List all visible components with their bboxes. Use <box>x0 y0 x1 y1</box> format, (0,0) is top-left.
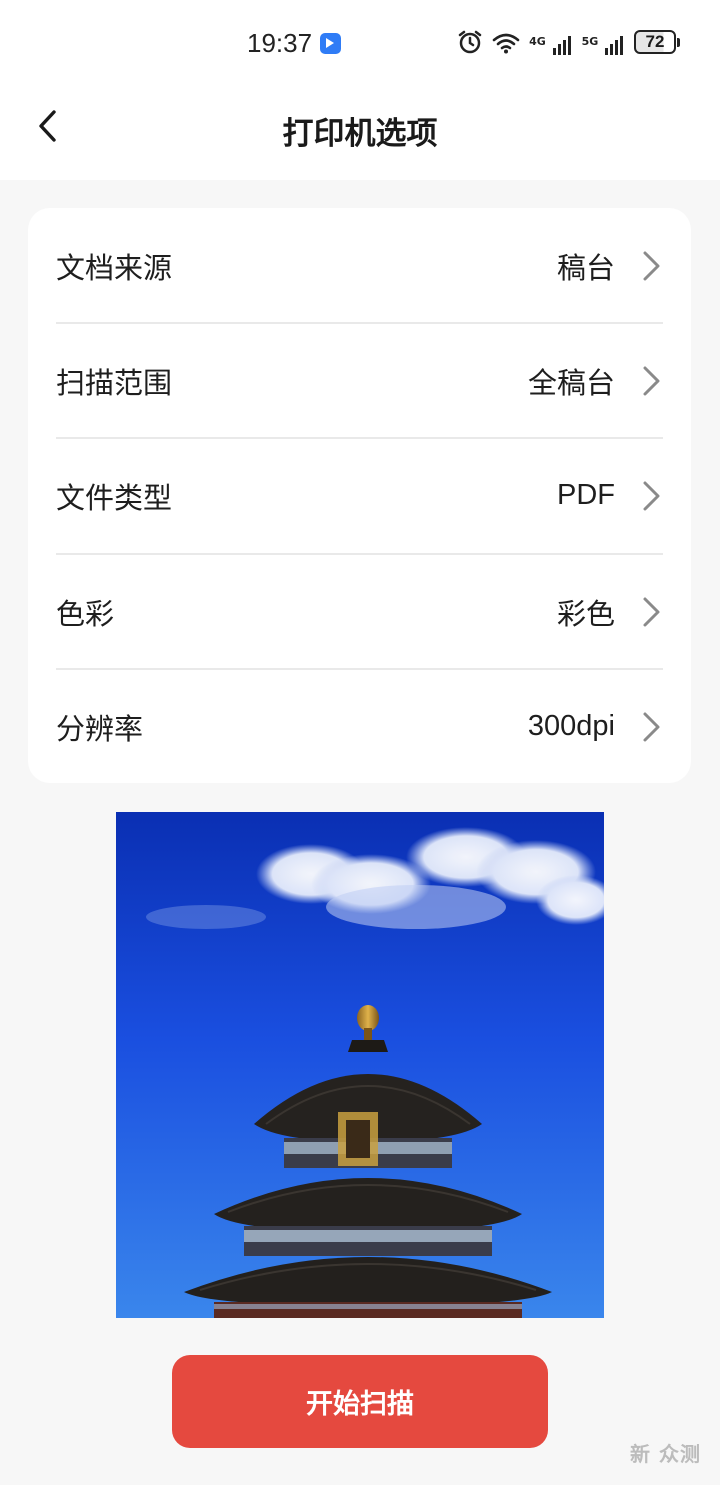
option-row-file-type[interactable]: 文件类型 PDF <box>56 438 663 553</box>
page-title: 打印机选项 <box>282 116 438 152</box>
chevron-right-icon <box>643 366 660 395</box>
option-label: 文件类型 <box>56 480 173 515</box>
option-label: 扫描范围 <box>56 365 173 400</box>
option-row-color[interactable]: 色彩 彩色 <box>56 554 663 669</box>
signal-4g-icon: 4G <box>529 29 573 55</box>
options-card: 文档来源 稿台 扫描范围 全稿台 文件类型 PDF 色彩 彩色 分辨率 300d… <box>28 208 691 783</box>
option-row-resolution[interactable]: 分辨率 300dpi <box>56 669 663 784</box>
option-value: 彩色 <box>556 598 615 631</box>
signal-5g-icon: 5G <box>582 29 626 55</box>
scan-preview-image <box>116 812 604 1318</box>
option-label: 色彩 <box>56 596 115 631</box>
status-icons: 4G 5G 72 <box>457 29 680 55</box>
chevron-right-icon <box>643 481 660 510</box>
alarm-icon <box>458 30 482 54</box>
wifi-icon <box>492 33 520 54</box>
option-label: 文档来源 <box>56 250 173 285</box>
app-notification-icon <box>320 33 341 54</box>
status-time: 19:37 <box>247 28 313 58</box>
status-bar: 19:37 4G 5G 72 <box>0 0 720 84</box>
watermark: 新 众测 <box>630 1442 701 1466</box>
chevron-right-icon <box>643 712 660 741</box>
option-row-scan-range[interactable]: 扫描范围 全稿台 <box>56 323 663 438</box>
option-value: 稿台 <box>556 252 615 285</box>
option-row-document-source[interactable]: 文档来源 稿台 <box>56 208 663 323</box>
chevron-right-icon <box>643 597 660 626</box>
option-label: 分辨率 <box>56 711 144 746</box>
start-scan-button[interactable]: 开始扫描 <box>172 1355 548 1448</box>
header: 打印机选项 <box>0 84 720 180</box>
option-value: 300dpi <box>527 710 615 742</box>
option-value: 全稿台 <box>527 367 615 400</box>
battery-level: 72 <box>634 30 676 54</box>
chevron-right-icon <box>643 251 660 280</box>
option-value: PDF <box>557 479 615 511</box>
battery-icon: 72 <box>634 30 680 54</box>
